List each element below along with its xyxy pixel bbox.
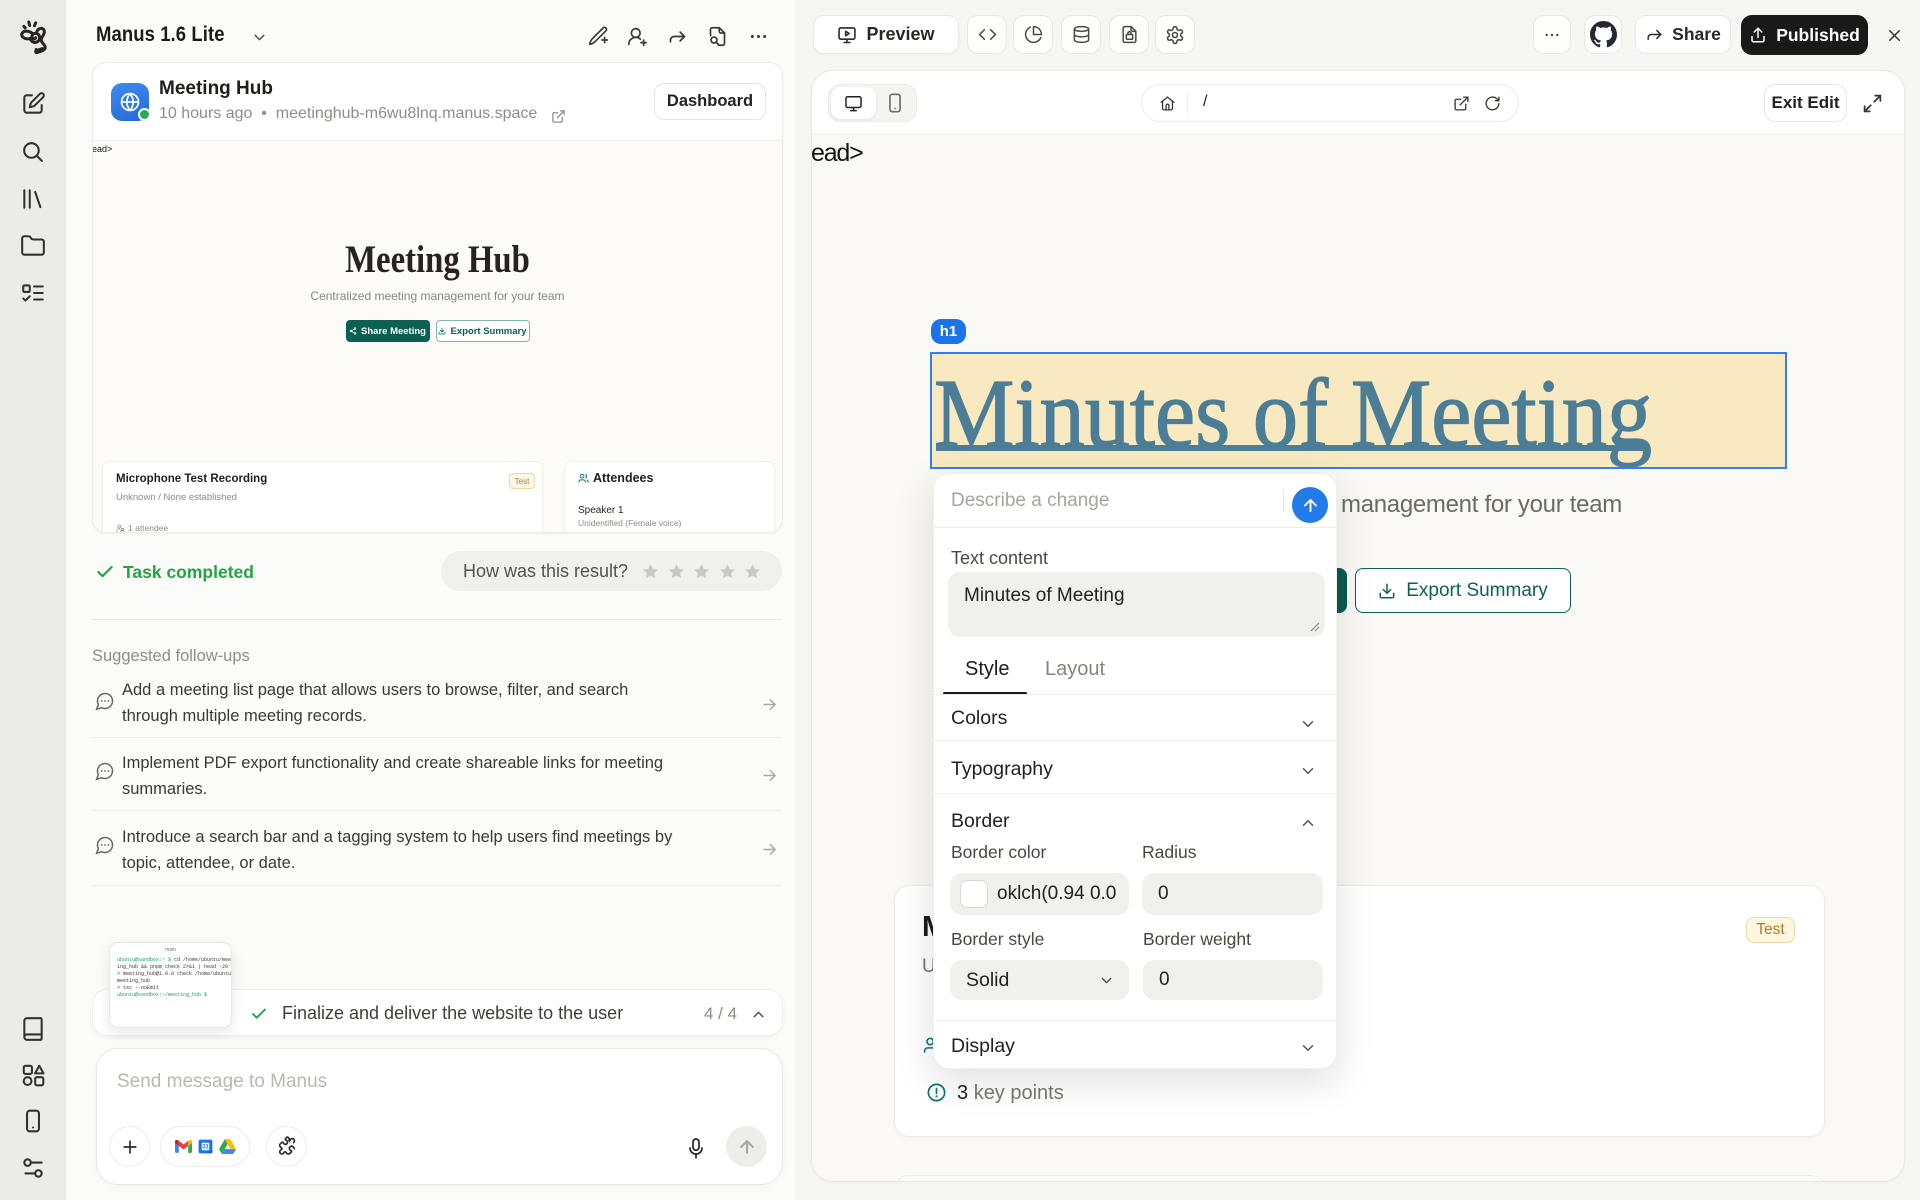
svg-text:31: 31 bbox=[202, 1145, 209, 1151]
